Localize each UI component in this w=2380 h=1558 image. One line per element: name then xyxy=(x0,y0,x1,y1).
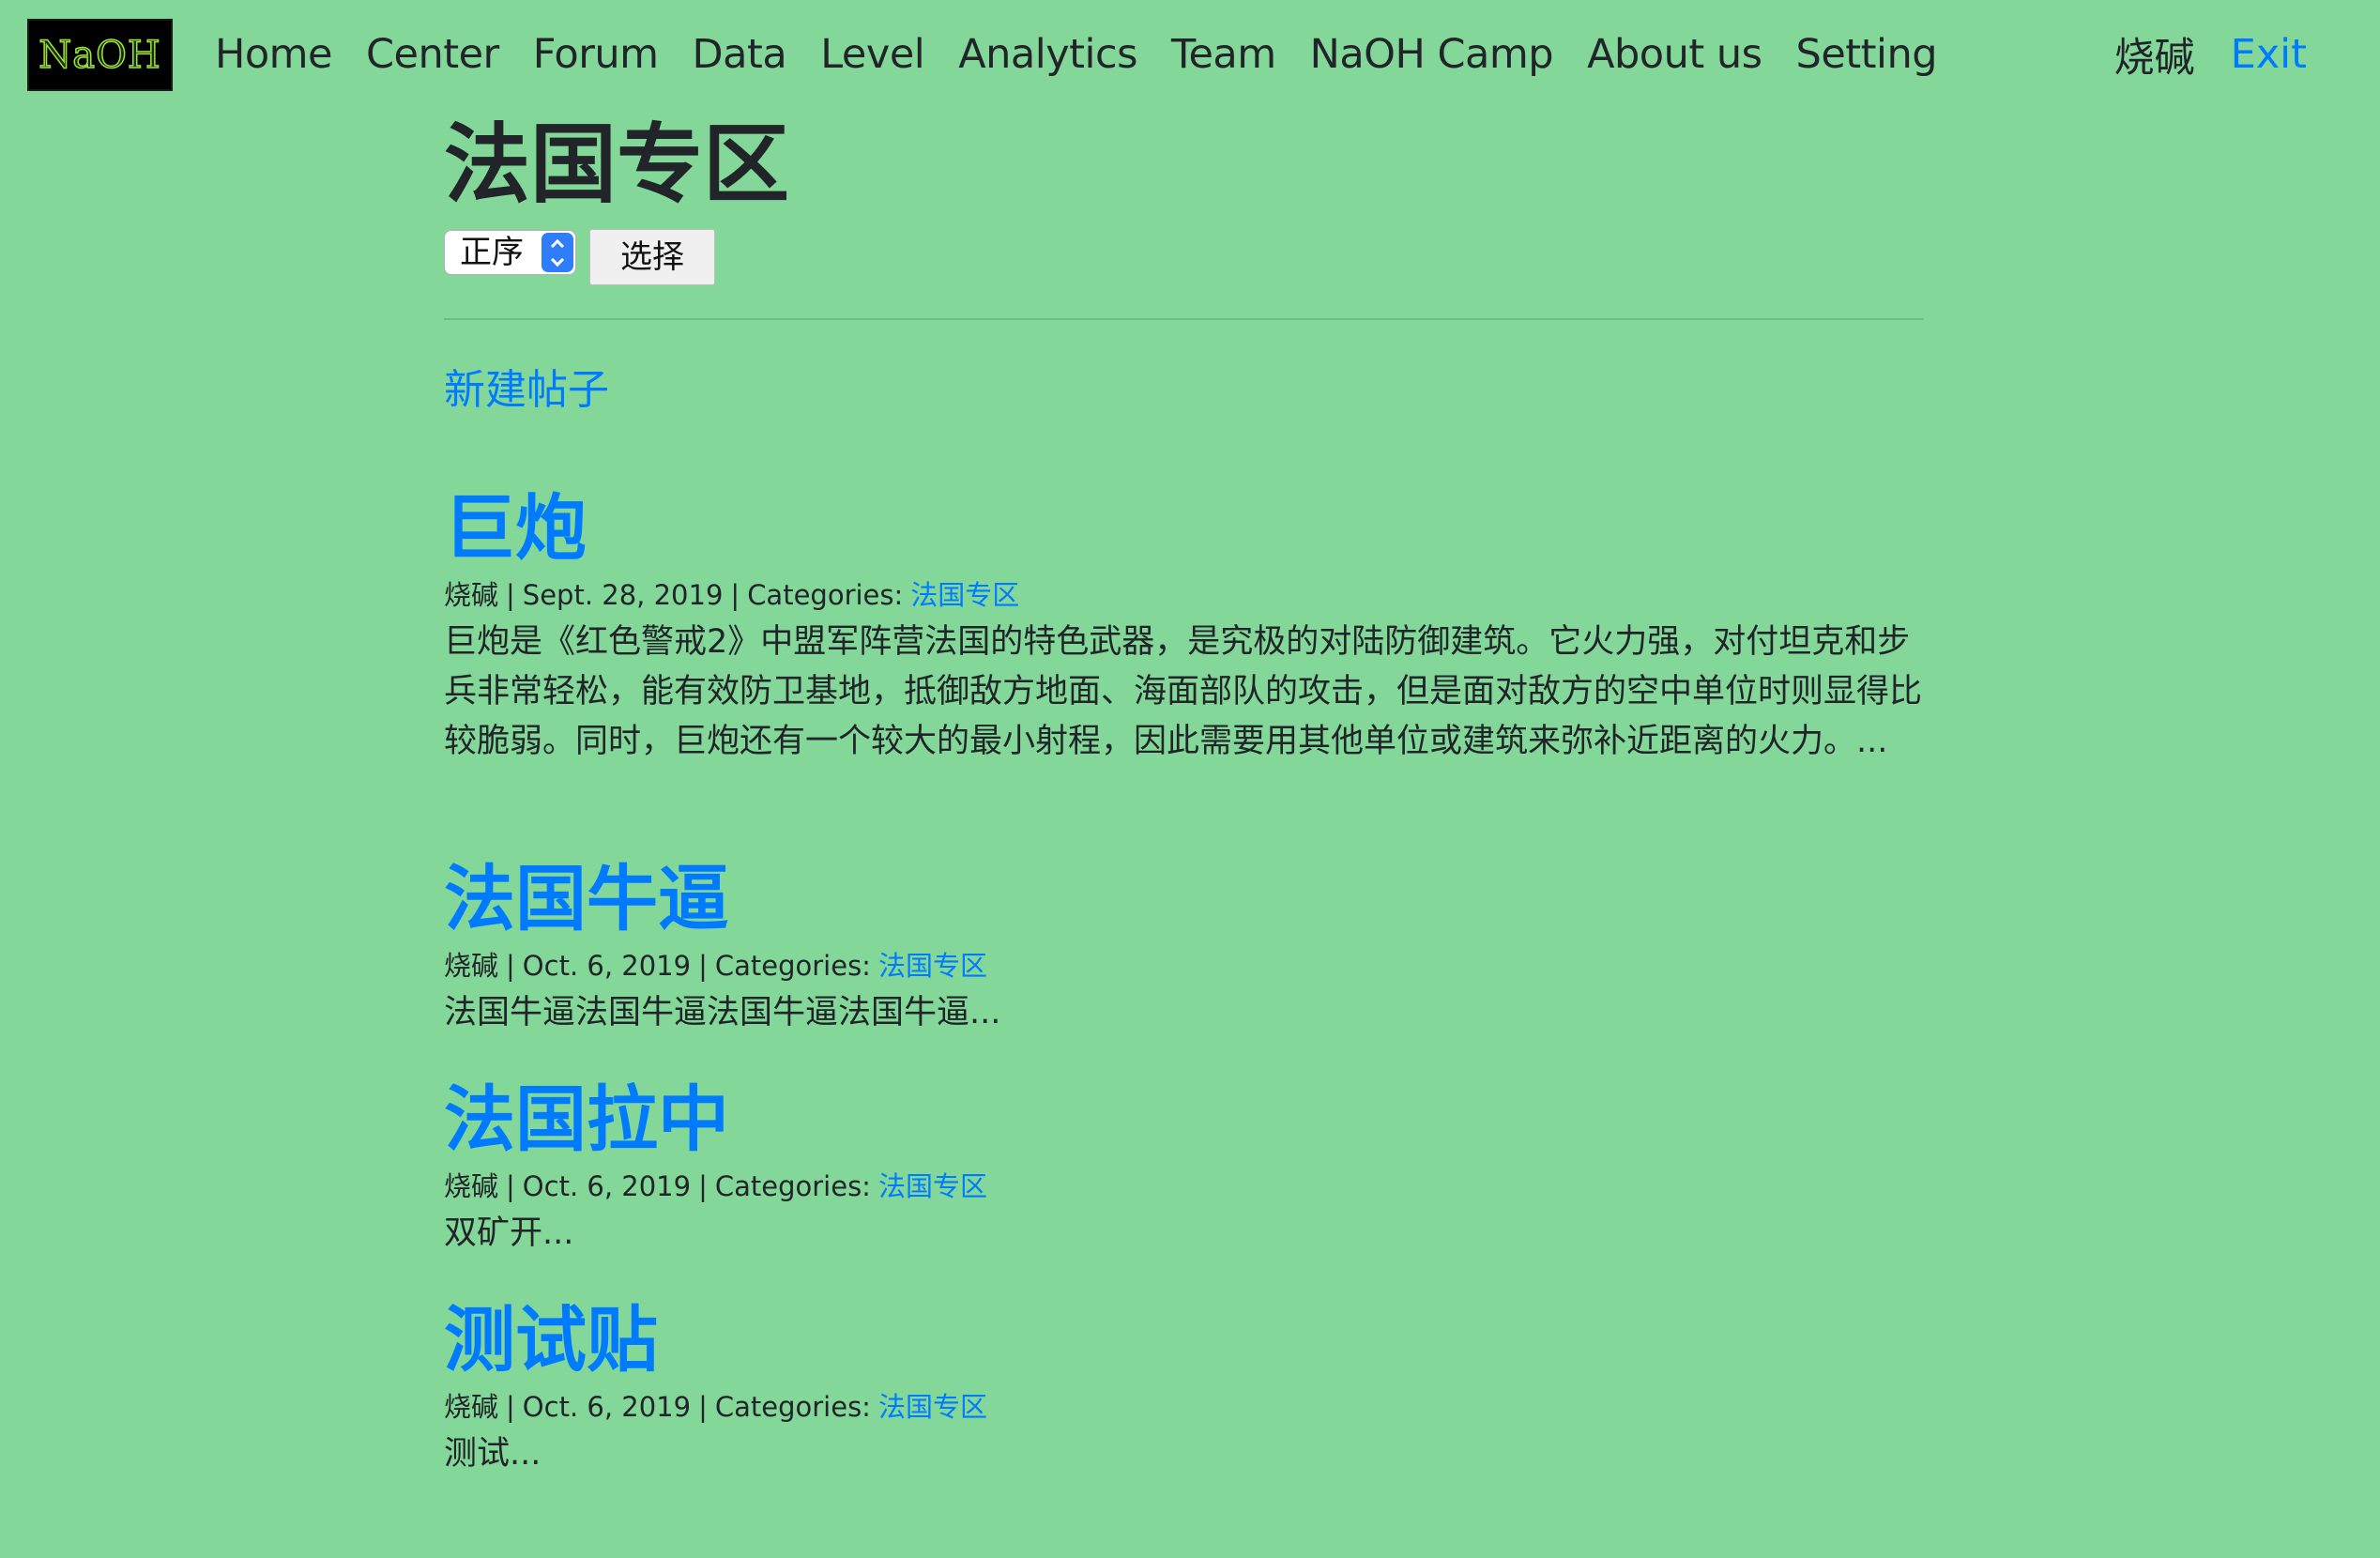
meta-separator: | xyxy=(698,1391,708,1423)
nav-user-area: 烧碱 Exit xyxy=(2114,0,2307,109)
post-item: 巨炮 烧碱 | Sept. 28, 2019 | Categories: 法国专区 巨炮是… xyxy=(444,486,1924,767)
post-title-link[interactable]: 法国牛逼 xyxy=(444,857,1924,941)
categories-label: Categories: xyxy=(714,1170,871,1202)
main-content: 法国专区 正序 选择 新建帖子 巨炮 烧碱 | Sept. 28, 2019 | Cat… xyxy=(444,109,1924,1473)
exit-link[interactable]: Exit xyxy=(2231,31,2307,78)
sort-order-select[interactable]: 正序 xyxy=(444,230,576,275)
nav-link-level[interactable]: Level xyxy=(820,31,925,78)
meta-separator: | xyxy=(506,1170,515,1202)
post-title-link[interactable]: 测试贴 xyxy=(444,1298,1924,1382)
post-excerpt: 法国牛逼法国牛逼法国牛逼法国牛逼... xyxy=(444,994,1001,1031)
page-title: 法国专区 xyxy=(444,115,790,215)
post-author: 烧碱 xyxy=(444,579,499,611)
post-date: Sept. 28, 2019 xyxy=(522,579,724,611)
new-post-link[interactable]: 新建帖子 xyxy=(444,364,609,417)
nav-link-naoh-camp[interactable]: NaOH Camp xyxy=(1310,31,1554,78)
select-updown-icon xyxy=(542,233,573,272)
post-category-link[interactable]: 法国专区 xyxy=(878,1391,987,1423)
post-date: Oct. 6, 2019 xyxy=(522,950,692,982)
post-date: Oct. 6, 2019 xyxy=(522,1391,692,1423)
nav-username[interactable]: 烧碱 xyxy=(2114,25,2195,84)
meta-separator: | xyxy=(730,579,740,611)
top-navbar: NaOH Home Center Forum Data Level Analyt… xyxy=(0,0,2380,109)
post-date: Oct. 6, 2019 xyxy=(522,1170,692,1202)
post-item: 法国牛逼 烧碱 | Oct. 6, 2019 | Categories: 法国专区 法国牛… xyxy=(444,857,1924,1038)
nav-link-team[interactable]: Team xyxy=(1171,31,1276,78)
post-title-link[interactable]: 法国拉中 xyxy=(444,1077,1924,1162)
post-author: 烧碱 xyxy=(444,1391,499,1423)
naoh-logo[interactable]: NaOH xyxy=(27,19,173,91)
post-category-link[interactable]: 法国专区 xyxy=(878,950,987,982)
meta-separator: | xyxy=(506,579,515,611)
nav-link-forum[interactable]: Forum xyxy=(533,31,659,78)
post-author: 烧碱 xyxy=(444,950,499,982)
nav-links: Home Center Forum Data Level Analytics T… xyxy=(215,0,1938,109)
nav-link-center[interactable]: Center xyxy=(366,31,499,78)
nav-link-home[interactable]: Home xyxy=(215,31,332,78)
post-category-link[interactable]: 法国专区 xyxy=(910,579,1019,611)
categories-label: Categories: xyxy=(714,950,871,982)
post-meta: 烧碱 | Oct. 6, 2019 | Categories: 法国专区 xyxy=(444,1169,1924,1203)
post-title-link[interactable]: 巨炮 xyxy=(444,486,1924,571)
meta-separator: | xyxy=(506,950,515,982)
post-meta: 烧碱 | Oct. 6, 2019 | Categories: 法国专区 xyxy=(444,949,1924,983)
post-excerpt: 巨炮是《红色警戒2》中盟军阵营法国的特色武器，是究极的对陆防御建筑。它火力强，对… xyxy=(444,623,1923,760)
post-item: 测试贴 烧碱 | Oct. 6, 2019 | Categories: 法国专区 测试..… xyxy=(444,1298,1924,1479)
meta-separator: | xyxy=(698,1170,708,1202)
post-excerpt: 测试... xyxy=(444,1435,542,1473)
nav-link-data[interactable]: Data xyxy=(693,31,787,78)
sort-controls: 正序 选择 xyxy=(444,229,1924,285)
post-meta: 烧碱 | Sept. 28, 2019 | Categories: 法国专区 xyxy=(444,578,1924,612)
meta-separator: | xyxy=(698,950,708,982)
nav-link-analytics[interactable]: Analytics xyxy=(958,31,1137,78)
meta-separator: | xyxy=(506,1391,515,1423)
nav-link-about-us[interactable]: About us xyxy=(1587,31,1762,78)
logo-text: NaOH xyxy=(38,33,161,77)
divider xyxy=(444,318,1924,320)
post-category-link[interactable]: 法国专区 xyxy=(878,1170,987,1202)
categories-label: Categories: xyxy=(714,1391,871,1423)
nav-link-setting[interactable]: Setting xyxy=(1796,31,1938,78)
sort-order-value: 正序 xyxy=(460,234,524,271)
post-item: 法国拉中 烧碱 | Oct. 6, 2019 | Categories: 法国专区 双矿开… xyxy=(444,1077,1924,1259)
post-author: 烧碱 xyxy=(444,1170,499,1202)
post-meta: 烧碱 | Oct. 6, 2019 | Categories: 法国专区 xyxy=(444,1390,1924,1424)
categories-label: Categories: xyxy=(747,579,904,611)
sort-submit-button[interactable]: 选择 xyxy=(589,229,715,285)
post-excerpt: 双矿开... xyxy=(444,1214,574,1252)
